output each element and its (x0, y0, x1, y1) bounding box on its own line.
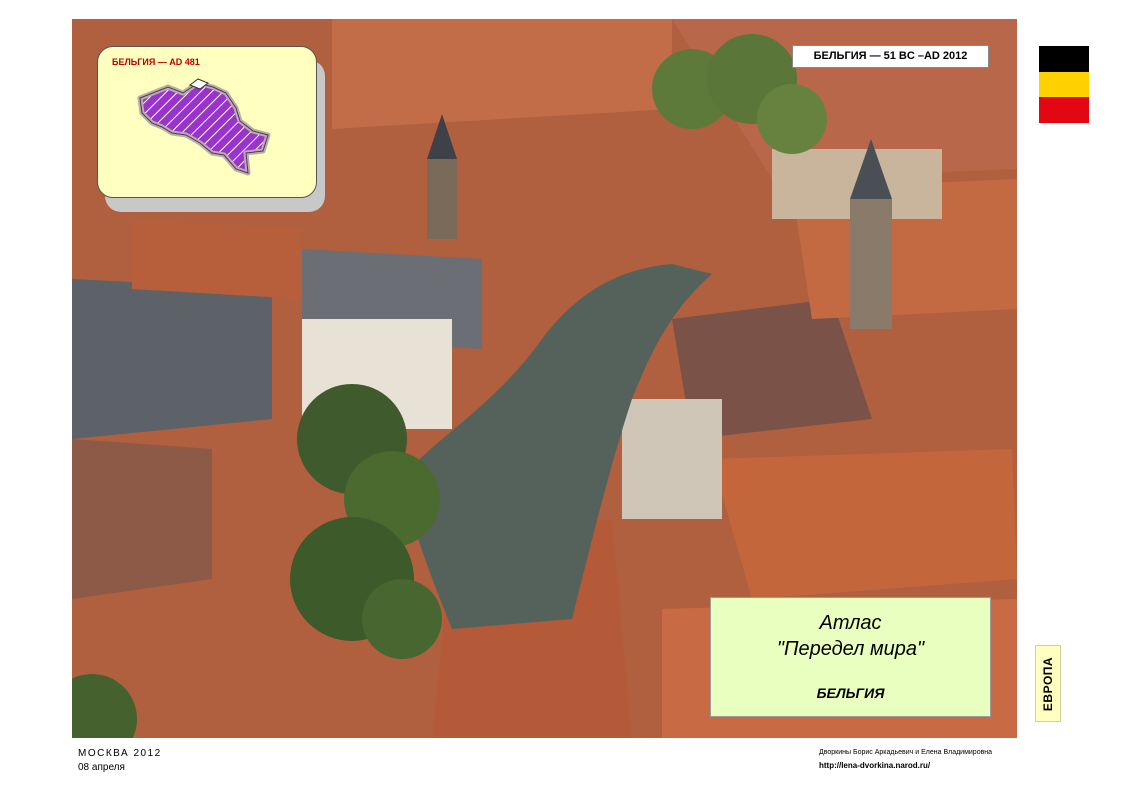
belgium-map-shape (137, 78, 271, 176)
footer-city-year: МОСКВА 2012 (78, 748, 162, 759)
footer-right: Дворкины Борис Аркадьевич и Елена Владим… (819, 746, 992, 772)
atlas-title: Атлас (819, 612, 882, 634)
atlas-subtitle: "Передел мира" (776, 638, 925, 660)
belgium-flag-icon (1039, 46, 1089, 123)
footer-date: 08 апреля (78, 762, 125, 773)
flag-stripe-yellow (1039, 71, 1089, 98)
footer-left: МОСКВА 2012 08 апреля (78, 747, 162, 775)
atlas-title-box: Атлас "Передел мира" БЕЛЬГИЯ (710, 597, 991, 717)
footer-authors: Дворкины Борис Аркадьевич и Елена Владим… (819, 749, 993, 756)
region-label-box: ЕВРОПА (1035, 645, 1061, 722)
footer-url[interactable]: http://lena-dvorkina.narod.ru/ (819, 759, 992, 772)
country-name: БЕЛЬГИЯ (816, 685, 885, 701)
flag-stripe-black (1039, 46, 1089, 72)
inset-title: БЕЛЬГИЯ — AD 481 (112, 57, 200, 67)
header-tag: БЕЛЬГИЯ — 51 BC –AD 2012 (792, 45, 989, 68)
flag-stripe-red (1039, 97, 1089, 123)
map-inset: БЕЛЬГИЯ — AD 481 (97, 46, 317, 198)
region-label: ЕВРОПА (1041, 656, 1055, 711)
